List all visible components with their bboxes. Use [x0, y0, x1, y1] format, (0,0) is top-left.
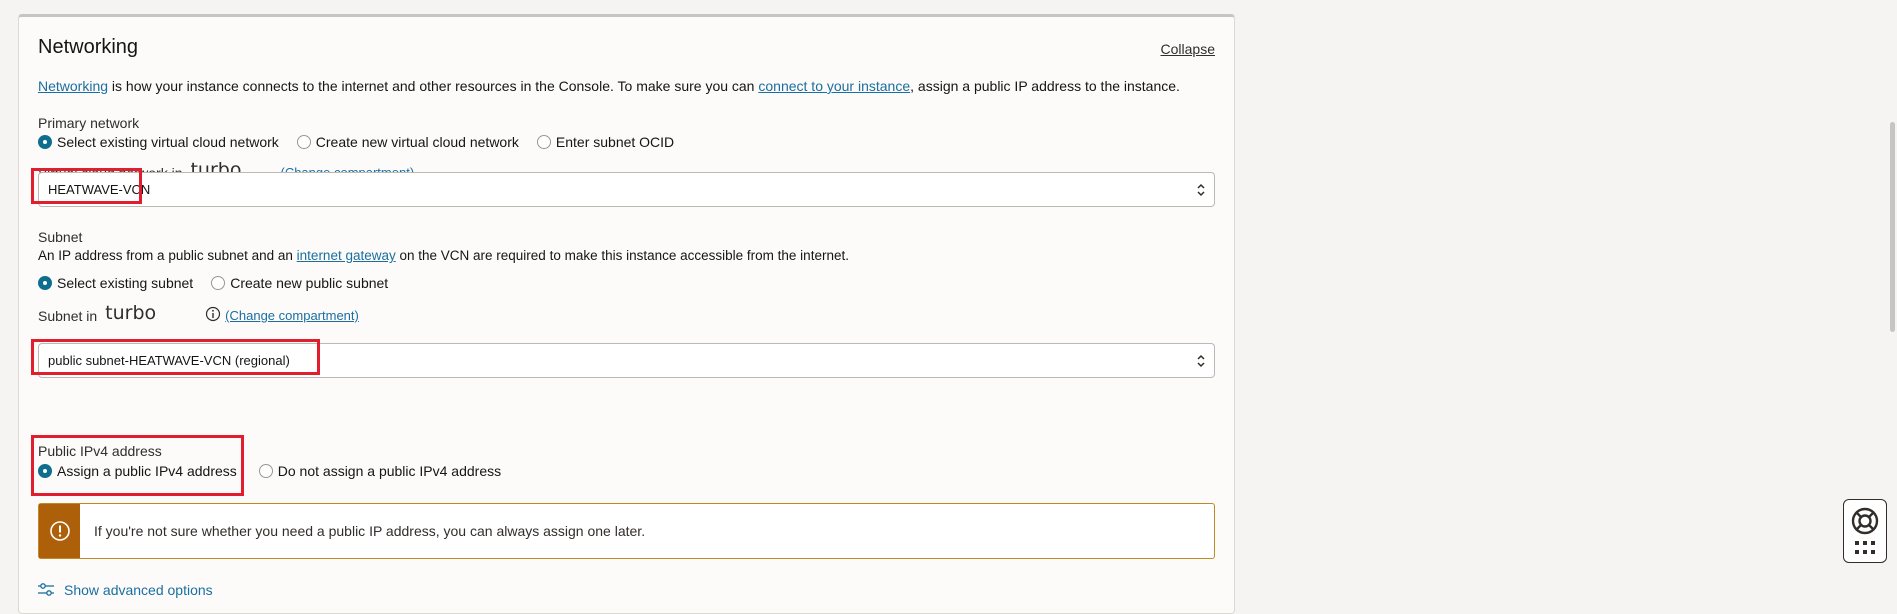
subnet-compartment-name: turbo [105, 302, 157, 324]
radio-label: Assign a public IPv4 address [57, 463, 237, 479]
page-scrollbar-thumb[interactable] [1890, 122, 1895, 332]
primary-network-radio-group: Select existing virtual cloud network Cr… [38, 134, 674, 150]
radio-select-existing-subnet[interactable]: Select existing subnet [38, 275, 193, 291]
connect-instance-link[interactable]: connect to your instance [758, 78, 910, 94]
radio-label: Do not assign a public IPv4 address [277, 463, 502, 479]
radio-create-new-vcn[interactable]: Create new virtual cloud network [296, 134, 519, 150]
info-icon[interactable] [205, 306, 221, 322]
public-ip-radio-group: Assign a public IPv4 address Do not assi… [38, 463, 501, 479]
radio-unselected-icon [211, 276, 226, 290]
lifebuoy-icon[interactable] [1850, 506, 1880, 536]
warning-banner: If you're not sure whether you need a pu… [38, 503, 1215, 559]
collapse-link[interactable]: Collapse [1161, 41, 1215, 57]
radio-unselected-icon [536, 135, 551, 149]
subnet-help-text-2: on the VCN are required to make this ins… [395, 248, 849, 263]
description-text-2: , assign a public IP address to the inst… [910, 78, 1180, 94]
description-text-1: is how your instance connects to the int… [108, 78, 759, 94]
radio-label: Create new public subnet [230, 275, 389, 291]
warning-icon [49, 521, 70, 541]
subnet-change-compartment-link[interactable]: (Change compartment) [225, 308, 359, 323]
select-caret-icon [1197, 354, 1205, 368]
apps-grid-icon[interactable] [1854, 540, 1876, 556]
subnet-label: Subnet [38, 229, 83, 245]
radio-assign-public-ip[interactable]: Assign a public IPv4 address [38, 463, 237, 479]
primary-network-label: Primary network [38, 115, 140, 131]
radio-create-new-subnet[interactable]: Create new public subnet [211, 275, 388, 291]
show-advanced-options[interactable]: Show advanced options [38, 582, 213, 598]
subnet-in-label-row: Subnet in turbo (Change compartment) [38, 302, 359, 324]
radio-unselected-icon [258, 464, 273, 478]
radio-label: Select existing subnet [57, 275, 194, 291]
section-description: Networking is how your instance connects… [38, 78, 1180, 94]
radio-do-not-assign-public-ip[interactable]: Do not assign a public IPv4 address [258, 463, 502, 479]
help-widget[interactable] [1843, 499, 1887, 563]
vcn-select-value: HEATWAVE-VCN [48, 182, 151, 197]
radio-label: Enter subnet OCID [555, 134, 675, 150]
networking-link[interactable]: Networking [38, 78, 108, 94]
select-caret-icon [1197, 183, 1205, 197]
subnet-select[interactable]: public subnet-HEATWAVE-VCN (regional) [38, 343, 1215, 378]
subnet-select-value: public subnet-HEATWAVE-VCN (regional) [48, 353, 290, 368]
radio-enter-subnet-ocid[interactable]: Enter subnet OCID [536, 134, 675, 150]
subnet-in-label: Subnet in [38, 308, 98, 324]
subnet-help-text: An IP address from a public subnet and a… [38, 248, 849, 263]
vcn-select[interactable]: HEATWAVE-VCN [38, 172, 1215, 207]
radio-label: Create new virtual cloud network [315, 134, 519, 150]
radio-label: Select existing virtual cloud network [57, 134, 279, 150]
section-title: Networking [38, 36, 139, 58]
radio-selected-icon [38, 276, 52, 290]
warning-text: If you're not sure whether you need a pu… [94, 523, 646, 539]
radio-selected-icon [38, 464, 52, 478]
radio-unselected-icon [296, 135, 311, 149]
warning-side [39, 504, 80, 558]
radio-selected-icon [38, 135, 52, 149]
show-advanced-options-label: Show advanced options [64, 582, 213, 598]
sliders-icon [38, 583, 54, 596]
internet-gateway-link[interactable]: internet gateway [297, 248, 396, 263]
networking-panel: Networking Collapse Networking is how yo… [18, 14, 1235, 614]
subnet-radio-group: Select existing subnet Create new public… [38, 275, 388, 291]
subnet-help-text-1: An IP address from a public subnet and a… [38, 248, 297, 263]
public-ip-label: Public IPv4 address [38, 443, 162, 459]
radio-select-existing-vcn[interactable]: Select existing virtual cloud network [38, 134, 279, 150]
